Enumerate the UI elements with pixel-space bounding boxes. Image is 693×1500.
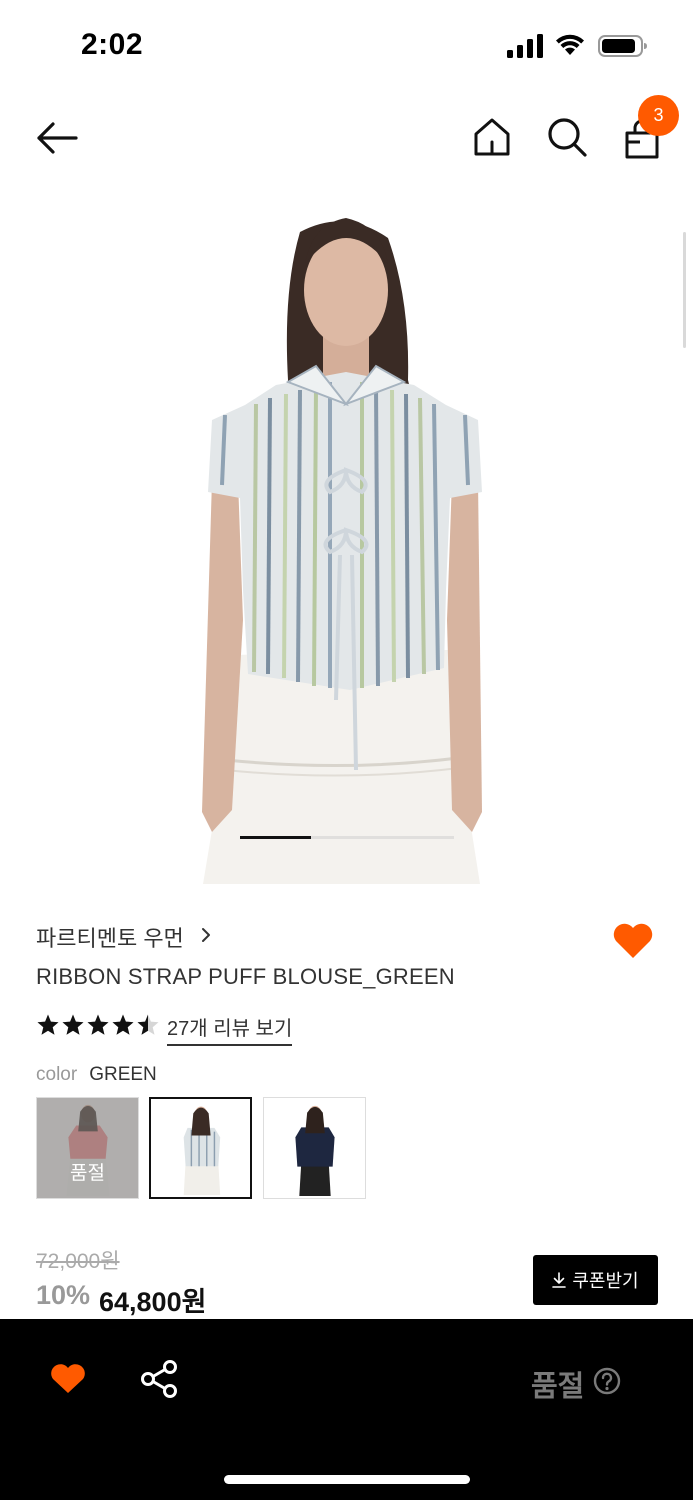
cart-count-badge[interactable]: 3: [638, 95, 679, 136]
rating-stars: [36, 1013, 160, 1039]
product-image-carousel[interactable]: [0, 185, 693, 885]
carousel-dot: [240, 836, 312, 839]
home-icon[interactable]: [471, 116, 513, 158]
swatch-pink[interactable]: 품절: [36, 1097, 139, 1199]
download-icon: [552, 1272, 567, 1288]
product-name: RIBBON STRAP PUFF BLOUSE_GREEN: [36, 964, 455, 989]
discount-rate: 10%: [36, 1280, 91, 1310]
color-option-row: color GREEN: [36, 1064, 157, 1086]
status-time: 2:02: [81, 28, 144, 61]
carousel-dot: [382, 836, 454, 839]
star-icon: [62, 1014, 84, 1035]
soldout-button: 품절: [531, 1371, 585, 1403]
swatch-navy-image: [264, 1098, 365, 1198]
color-label: color: [36, 1064, 78, 1085]
swatch-green[interactable]: [149, 1097, 252, 1199]
swatch-navy[interactable]: [263, 1097, 366, 1199]
sale-price: 64,800원: [99, 1287, 207, 1317]
star-icon: [87, 1014, 109, 1035]
wifi-icon: [556, 34, 584, 55]
cellular-signal-icon: [507, 34, 543, 58]
bottom-action-bar: 품절: [0, 1319, 693, 1500]
coupon-button-label: 쿠폰받기: [572, 1271, 639, 1291]
share-icon[interactable]: [139, 1359, 179, 1399]
battery-icon: [598, 35, 647, 57]
carousel-indicator: [240, 836, 454, 839]
top-navigation: [0, 90, 693, 185]
chevron-right-icon[interactable]: [200, 926, 212, 944]
original-price: 72,000원: [36, 1250, 120, 1273]
swatch-green-image: [151, 1099, 250, 1197]
heart-icon[interactable]: [611, 920, 655, 960]
swatch-soldout-label: 품절: [70, 1163, 105, 1184]
star-icon: [112, 1014, 134, 1035]
product-model-image: [202, 218, 482, 884]
search-icon[interactable]: [546, 116, 588, 158]
back-arrow-icon[interactable]: [34, 118, 80, 158]
scrollbar[interactable]: [683, 232, 686, 348]
carousel-dot: [311, 836, 383, 839]
star-icon: [37, 1014, 59, 1035]
home-indicator[interactable]: [224, 1475, 470, 1484]
brand-link[interactable]: 파르티멘토 우먼: [36, 921, 184, 953]
question-icon[interactable]: [593, 1367, 621, 1395]
review-link[interactable]: 27개 리뷰 보기: [167, 1012, 293, 1046]
heart-icon[interactable]: [49, 1361, 87, 1395]
status-bar: 2:02: [0, 0, 693, 90]
color-value: GREEN: [89, 1064, 157, 1085]
star-icon: [137, 1014, 159, 1035]
coupon-download-button[interactable]: 쿠폰받기: [533, 1255, 658, 1305]
